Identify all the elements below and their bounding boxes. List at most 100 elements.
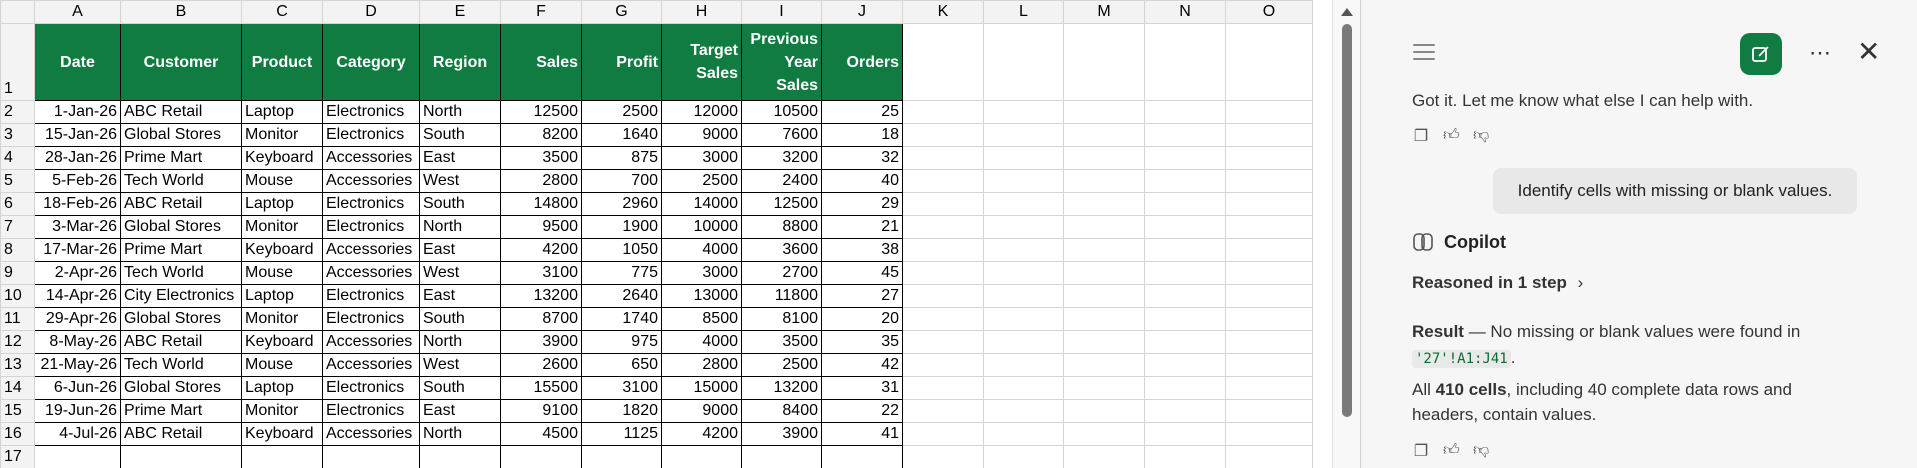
data-cell[interactable]: South [419, 376, 501, 400]
data-cell[interactable]: West [419, 261, 501, 285]
data-cell[interactable]: Accessories [322, 146, 420, 170]
thumbs-up-icon[interactable]: 👍︎ [1443, 126, 1460, 146]
empty-cell[interactable] [983, 399, 1064, 423]
data-cell[interactable]: 3500 [741, 330, 822, 354]
empty-cell[interactable] [120, 445, 242, 468]
column-header-n[interactable]: N [1144, 0, 1226, 24]
empty-cell[interactable] [902, 23, 984, 101]
data-cell[interactable]: 2500 [581, 100, 662, 124]
data-cell[interactable]: 9500 [500, 215, 582, 239]
data-cell[interactable]: 32 [821, 146, 903, 170]
row-header[interactable]: 7 [0, 215, 35, 239]
data-cell[interactable]: Monitor [241, 215, 323, 239]
data-cell[interactable]: 1640 [581, 123, 662, 147]
data-cell[interactable]: 1125 [581, 422, 662, 446]
empty-cell[interactable] [902, 376, 984, 400]
empty-cell[interactable] [1144, 399, 1226, 423]
data-cell[interactable]: 4500 [500, 422, 582, 446]
data-cell[interactable]: ABC Retail [120, 100, 242, 124]
empty-cell[interactable] [1225, 192, 1313, 216]
data-cell[interactable]: 5-Feb-26 [34, 169, 121, 193]
empty-cell[interactable] [1063, 284, 1145, 308]
data-cell[interactable]: 9100 [500, 399, 582, 423]
empty-cell[interactable] [500, 445, 582, 468]
row-header[interactable]: 10 [0, 284, 35, 308]
empty-cell[interactable] [1144, 169, 1226, 193]
data-cell[interactable]: 17-Mar-26 [34, 238, 121, 262]
data-cell[interactable]: Laptop [241, 192, 323, 216]
data-cell[interactable]: 20 [821, 307, 903, 331]
empty-cell[interactable] [1144, 238, 1226, 262]
data-cell[interactable]: Accessories [322, 169, 420, 193]
empty-cell[interactable] [983, 23, 1064, 101]
row-header[interactable]: 16 [0, 422, 35, 446]
table-header-cell[interactable]: Target Sales [661, 23, 742, 101]
data-cell[interactable]: 3100 [500, 261, 582, 285]
data-cell[interactable]: 45 [821, 261, 903, 285]
empty-cell[interactable] [1063, 192, 1145, 216]
data-cell[interactable]: Prime Mart [120, 146, 242, 170]
empty-cell[interactable] [1144, 123, 1226, 147]
data-cell[interactable]: 15-Jan-26 [34, 123, 121, 147]
data-cell[interactable]: 13000 [661, 284, 742, 308]
column-header-e[interactable]: E [419, 0, 501, 24]
data-cell[interactable]: Tech World [120, 353, 242, 377]
empty-cell[interactable] [902, 238, 984, 262]
empty-cell[interactable] [1063, 238, 1145, 262]
data-cell[interactable]: Monitor [241, 123, 323, 147]
data-cell[interactable]: Accessories [322, 330, 420, 354]
empty-cell[interactable] [902, 261, 984, 285]
empty-cell[interactable] [902, 445, 984, 468]
empty-cell[interactable] [1063, 330, 1145, 354]
data-cell[interactable]: Electronics [322, 123, 420, 147]
empty-cell[interactable] [902, 307, 984, 331]
data-cell[interactable]: West [419, 353, 501, 377]
data-cell[interactable]: North [419, 330, 501, 354]
empty-cell[interactable] [1225, 330, 1313, 354]
data-cell[interactable]: ABC Retail [120, 422, 242, 446]
data-cell[interactable]: 13200 [500, 284, 582, 308]
data-cell[interactable]: 42 [821, 353, 903, 377]
column-header-c[interactable]: C [241, 0, 323, 24]
data-cell[interactable]: 28-Jan-26 [34, 146, 121, 170]
empty-cell[interactable] [1144, 353, 1226, 377]
data-cell[interactable]: East [419, 146, 501, 170]
empty-cell[interactable] [1225, 284, 1313, 308]
empty-cell[interactable] [322, 445, 420, 468]
data-cell[interactable]: ABC Retail [120, 192, 242, 216]
data-cell[interactable]: 3-Mar-26 [34, 215, 121, 239]
table-header-cell[interactable]: Sales [500, 23, 582, 101]
data-cell[interactable]: 8700 [500, 307, 582, 331]
empty-cell[interactable] [1063, 261, 1145, 285]
empty-cell[interactable] [1144, 23, 1226, 101]
data-cell[interactable]: Keyboard [241, 146, 323, 170]
row-header[interactable]: 6 [0, 192, 35, 216]
data-cell[interactable]: 3000 [661, 261, 742, 285]
data-cell[interactable]: 25 [821, 100, 903, 124]
data-cell[interactable]: East [419, 284, 501, 308]
empty-cell[interactable] [983, 330, 1064, 354]
data-cell[interactable]: West [419, 169, 501, 193]
data-cell[interactable]: 14000 [661, 192, 742, 216]
data-cell[interactable]: 41 [821, 422, 903, 446]
empty-cell[interactable] [983, 192, 1064, 216]
select-all-corner[interactable] [0, 0, 35, 24]
data-cell[interactable]: 29 [821, 192, 903, 216]
data-cell[interactable]: Electronics [322, 215, 420, 239]
empty-cell[interactable] [1144, 445, 1226, 468]
empty-cell[interactable] [983, 284, 1064, 308]
data-cell[interactable]: 12000 [661, 100, 742, 124]
empty-cell[interactable] [983, 238, 1064, 262]
empty-cell[interactable] [1144, 330, 1226, 354]
data-cell[interactable]: 875 [581, 146, 662, 170]
empty-cell[interactable] [1225, 238, 1313, 262]
empty-cell[interactable] [902, 353, 984, 377]
empty-cell[interactable] [902, 192, 984, 216]
empty-cell[interactable] [1063, 215, 1145, 239]
data-cell[interactable]: Keyboard [241, 330, 323, 354]
data-cell[interactable]: 29-Apr-26 [34, 307, 121, 331]
data-cell[interactable]: 38 [821, 238, 903, 262]
empty-cell[interactable] [1144, 261, 1226, 285]
column-header-h[interactable]: H [661, 0, 742, 24]
data-cell[interactable]: 650 [581, 353, 662, 377]
